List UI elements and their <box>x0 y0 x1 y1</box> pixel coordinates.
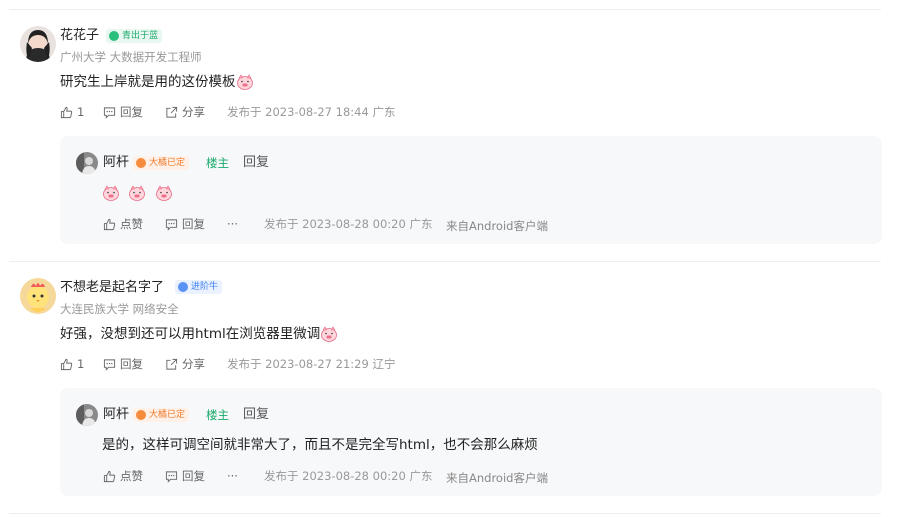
username[interactable]: 不想老是起名字了 <box>60 279 164 297</box>
user-school: 广州大学 大数据开发工程师 <box>60 50 202 64</box>
user-level-badge: 大橘已定 <box>133 156 190 170</box>
divider <box>9 513 881 514</box>
avatar[interactable] <box>20 278 56 314</box>
reply-text: 是的，这样可调空间就非常大了，而且不是完全写html，也不会那么麻烦 <box>102 437 538 453</box>
user-level-badge: 青出于蓝 <box>106 29 163 43</box>
like-button[interactable]: 1 <box>60 104 84 120</box>
comment-text: 好强，没想到还可以用html在浏览器里微调 <box>60 324 338 344</box>
post-time: 发布于 2023-08-28 00:20 广东 <box>264 217 433 231</box>
comment-icon <box>103 358 116 371</box>
pig-emoji-icon <box>155 185 172 201</box>
reply-button[interactable]: 回复 <box>103 104 143 120</box>
username[interactable]: 阿杆 <box>103 406 129 424</box>
divider <box>9 9 881 10</box>
share-button[interactable]: 分享 <box>165 356 205 372</box>
more-button[interactable]: ··· <box>227 468 238 484</box>
more-button[interactable]: ··· <box>227 216 238 232</box>
user-school: 大连民族大学 网络安全 <box>60 302 179 316</box>
avatar[interactable] <box>76 404 98 426</box>
user-level-badge: 进阶牛 <box>175 280 223 294</box>
pig-emoji-icon <box>236 74 253 90</box>
divider <box>9 261 881 262</box>
reply-button[interactable]: 回复 <box>103 356 143 372</box>
badge-icon <box>136 158 146 168</box>
avatar[interactable] <box>20 26 56 62</box>
reply-button[interactable]: 回复 <box>165 216 205 232</box>
like-button[interactable]: 点赞 <box>103 216 143 232</box>
username[interactable]: 阿杆 <box>103 154 129 172</box>
comment-text: 研究生上岸就是用的这份模板 <box>60 72 254 92</box>
pig-emoji-icon <box>103 185 119 201</box>
username[interactable]: 花花子 <box>60 27 99 45</box>
thumb-up-icon <box>60 106 73 118</box>
badge-icon <box>109 31 119 41</box>
owner-tag: 楼主 <box>206 156 229 170</box>
thumb-up-icon <box>103 218 116 230</box>
share-button[interactable]: 分享 <box>165 104 205 120</box>
user-level-badge: 大橘已定 <box>133 408 190 422</box>
pig-emoji-icon <box>129 185 146 201</box>
comment-icon <box>103 106 116 119</box>
post-time: 发布于 2023-08-28 00:20 广东 <box>264 469 433 483</box>
like-button[interactable]: 1 <box>60 356 84 372</box>
reply-button[interactable]: 回复 <box>165 468 205 484</box>
pig-emoji-icon <box>321 326 338 342</box>
reply-text <box>102 183 173 203</box>
badge-icon <box>136 410 146 420</box>
reply-tag: 回复 <box>243 407 270 422</box>
comment-icon <box>165 218 178 231</box>
comment-icon <box>165 470 178 483</box>
post-source: 来自Android客户端 <box>446 471 548 485</box>
post-source: 来自Android客户端 <box>446 219 548 233</box>
owner-tag: 楼主 <box>206 408 229 422</box>
post-time: 发布于 2023-08-27 21:29 辽宁 <box>227 357 396 371</box>
badge-icon <box>178 282 188 292</box>
thumb-up-icon <box>103 470 116 482</box>
like-button[interactable]: 点赞 <box>103 468 143 484</box>
share-icon <box>166 106 178 118</box>
post-time: 发布于 2023-08-27 18:44 广东 <box>227 105 396 119</box>
share-icon <box>166 358 178 370</box>
thumb-up-icon <box>60 358 73 370</box>
reply-tag: 回复 <box>243 155 270 170</box>
avatar[interactable] <box>76 152 98 174</box>
